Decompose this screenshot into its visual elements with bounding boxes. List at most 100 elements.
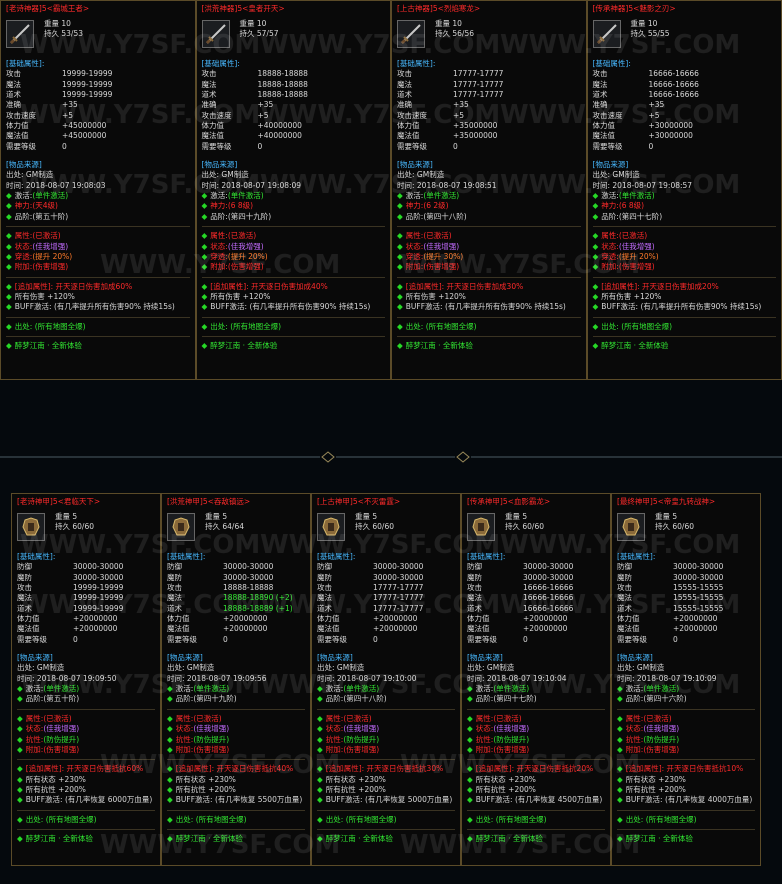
item-weight: 重量 5 (505, 512, 528, 521)
armor-panel[interactable]: [传承神甲]5<血影霸龙> 重量 5 持久 60/60 [基础属性]: 防御 30000-… (461, 493, 611, 866)
status-bonus-text: 所有状态 +230% (475, 774, 536, 784)
sword-icon[interactable] (201, 20, 230, 48)
gem-icon: ◆ (397, 241, 403, 251)
gem-icon: ◆ (6, 291, 12, 301)
stat-row: 攻击 17777-17777 (317, 583, 455, 593)
sword-icon[interactable] (6, 20, 34, 48)
stat-value: +35 (648, 100, 665, 110)
base-attributes-title: [基础属性]: (201, 59, 240, 68)
stat-value: 30000-30000 (523, 572, 574, 582)
item-weight: 重量 5 (205, 512, 228, 521)
stat-name: 魔法 (17, 593, 32, 603)
gem-icon: ◆ (17, 684, 23, 694)
armor-icon[interactable] (317, 513, 345, 541)
source-row: ◆ 品阶:(第四十九阶) (167, 694, 305, 704)
armor-icon[interactable] (617, 513, 645, 541)
armor-icon[interactable] (167, 513, 195, 541)
gem-icon: ◆ (467, 713, 473, 723)
separator (617, 708, 755, 710)
stat-name: 道术 (6, 90, 21, 100)
separator (317, 708, 455, 710)
armor-icon[interactable] (467, 513, 495, 541)
attribute-row: ◆ 属性:(已激活) (317, 714, 455, 724)
buff-activation: ◆ BUFF激活: (有几率提升所有伤害90% 持续15s) (593, 302, 777, 312)
stat-value: 0 (257, 141, 263, 151)
attribute-label: 附加: (475, 744, 494, 754)
separator (592, 276, 776, 278)
stat-name: 攻击 (6, 69, 21, 79)
gem-icon: ◆ (397, 291, 403, 301)
base-attributes: [基础属性]: 攻击 19999-19999 魔法 19999-19999 道术 19999… (6, 59, 190, 152)
stat-row: 魔法值 +45000000 (6, 131, 190, 141)
stat-name: 防御 (617, 562, 632, 572)
armor-panel[interactable]: [老诗神甲]5<君临天下> 重量 5 持久 60/60 [基础属性]: 防御 30000-… (11, 493, 161, 866)
separator (6, 276, 190, 278)
weapon-panel[interactable]: [老诗神器]5<霸城王者> 重量 10 持久 53/53 [基础属性]: 攻击 19999… (0, 0, 196, 380)
source-row: ◆ 品阶:(第四十九阶) (202, 212, 386, 222)
attribute-label: 穿透: (210, 251, 228, 261)
stat-value: +20000000 (373, 614, 418, 624)
weapon-panel[interactable]: [上古神器]5<烈焰寒龙> 重量 10 持久 56/56 [基础属性]: 攻击 17777… (391, 0, 587, 380)
source-time: 时间: 2018-08-07 19:08:57 (592, 180, 693, 190)
separator (467, 759, 605, 761)
separator (592, 226, 776, 228)
item-title: [洪荒神器]5<皇者开天> (201, 4, 285, 13)
stat-name: 魔法 (6, 79, 21, 89)
attribute-row: ◆ 属性:(已激活) (167, 714, 305, 724)
attribute-label: 状态: (475, 724, 494, 734)
item-source: [物品来源] 出处: GM制造 时间: 2018-08-07 19:10:00 ◆ 激活… (317, 653, 455, 705)
damage-bonus: ◆ 所有伤害 +120% (397, 292, 581, 302)
resist-bonus-text: 所有抗性 +200% (325, 784, 386, 794)
stat-name: 魔法 (201, 79, 217, 89)
attribute-row: ◆ 属性:(已激活) (202, 231, 386, 241)
item-title: [最终神甲]5<帝皇九转战神> (617, 497, 716, 506)
weapon-panel[interactable]: [洪荒神器]5<皇者开天> 重量 10 持久 57/57 [基础属性]: 攻击 18888… (195, 0, 391, 380)
buff-activation: ◆ BUFF激活: (有几率恢复 6000万血量) (17, 795, 155, 805)
attribute-label: 附加: (405, 262, 424, 272)
sword-icon[interactable] (397, 20, 425, 48)
stat-value: 16666-16666 (648, 69, 699, 79)
row-label: 激活: (25, 684, 44, 694)
attribute-value: (佳我增强) (618, 241, 655, 251)
buff-activation-text: BUFF激活: (有几率恢复 6000万血量) (25, 795, 153, 805)
stat-row: 准确 +35 (6, 100, 190, 110)
sword-icon[interactable] (592, 20, 621, 48)
row-label: 激活: (325, 684, 344, 694)
stat-row: 道术 17777-17777 (397, 90, 581, 100)
stat-name: 需要等级 (397, 141, 427, 151)
gem-icon: ◆ (467, 784, 473, 794)
attribute-row: ◆ 状态:(佳我增强) (593, 242, 777, 252)
status-bonus: ◆ 所有状态 +230% (17, 775, 155, 785)
stat-row: 攻击 19999-19999 (6, 69, 190, 79)
separator (467, 828, 605, 830)
drop-origin: ◆ 出处: (所有地图全爆) (617, 815, 755, 825)
armor-panel[interactable]: [最终神甲]5<帝皇九转战神> 重量 5 持久 60/60 [基础属性]: 防御 3000… (611, 493, 761, 866)
buff-activation-text: BUFF激活: (有几率恢复 4000万血量) (625, 795, 753, 805)
gem-icon: ◆ (592, 201, 599, 211)
gem-icon: ◆ (592, 241, 599, 251)
attribute-value: (已激活) (643, 713, 672, 723)
armor-panel[interactable]: [上古神甲]5<不灭雷霆> 重量 5 持久 60/60 [基础属性]: 防御 30000-… (311, 493, 461, 866)
gem-icon: ◆ (467, 774, 473, 784)
armor-panel[interactable]: [洪荒神甲]5<吞敌镇远> 重量 5 持久 64/64 [基础属性]: 防御 30000-… (161, 493, 311, 866)
armor-icon[interactable] (17, 513, 45, 541)
stat-name: 魔法值 (17, 624, 40, 634)
damage-bonus: ◆ 所有伤害 +120% (593, 292, 777, 302)
stat-row: 攻击 18888-18888 (202, 69, 386, 79)
row-label: 神力: (601, 201, 619, 211)
gem-icon: ◆ (317, 744, 323, 754)
stat-name: 魔法 (397, 79, 412, 89)
status-bonus: ◆ 所有状态 +230% (467, 775, 605, 785)
weapon-panel[interactable]: [传承神器]5<魅影之刃> 重量 10 持久 55/55 [基础属性]: 攻击 16666… (586, 0, 782, 380)
row-label: 激活: (210, 191, 228, 201)
attribute-label: 属性: (475, 713, 494, 723)
stat-value: 17777-17777 (373, 583, 424, 593)
stat-value: 30000-30000 (73, 562, 124, 572)
item-source: [物品来源] 出处: GM制造 时间: 2018-08-07 19:08:03 ◆ 激活… (6, 160, 190, 222)
item-header: 重量 10 持久 55/55 (592, 19, 777, 51)
stat-value: 0 (523, 634, 528, 644)
extra-attribute: ◆ [追加属性]: 开天逐日伤害加成40% (202, 282, 386, 292)
stat-name: 魔法值 (6, 131, 29, 141)
attribute-value: (已激活) (227, 231, 257, 241)
drop-origin-text: 出处: (所有地图全爆) (14, 321, 86, 331)
